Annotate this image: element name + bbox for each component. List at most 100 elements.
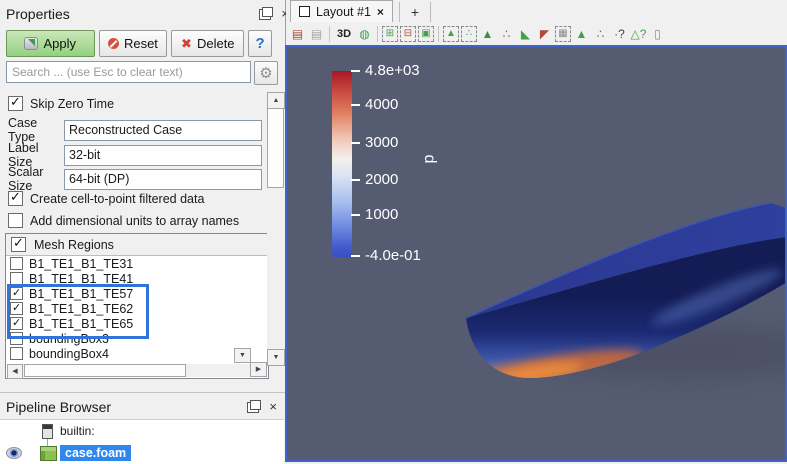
zoom-to-box-icon[interactable]: ⊞ [382,26,398,42]
select-cells-polygon-icon[interactable]: ◣ [517,25,534,42]
select-cells-rect-icon[interactable]: ▲ [443,26,459,42]
mesh-region-row[interactable]: boundingBox3 [6,331,268,346]
legend-title: p [420,155,438,164]
toolbar-separator [329,26,330,42]
pipeline-item-casefoam[interactable]: case.foam [6,444,131,462]
label-size-select[interactable]: 32-bit [64,145,262,166]
skip-zero-time-row[interactable]: Skip Zero Time [8,96,114,111]
mesh-region-row[interactable]: B1_TE1_B1_TE41 [6,271,268,286]
add-layout-tab[interactable]: + [399,2,431,22]
dataset-cube-icon [40,446,57,461]
dimensional-units-checkbox[interactable] [8,213,23,228]
mesh-region-row[interactable]: B1_TE1_B1_TE65 [6,316,268,331]
tab-layout-1[interactable]: Layout #1 × [290,0,393,22]
cell-to-point-row[interactable]: Create cell-to-point filtered data [8,191,204,206]
clear-selection-icon[interactable]: ▯ [649,25,666,42]
mesh-region-checkbox[interactable] [10,302,23,315]
mesh-region-checkbox[interactable] [10,347,23,360]
toolbar-separator [438,26,439,42]
pipeline-title: Pipeline Browser [6,399,247,415]
legend-tick [351,179,360,181]
hover-points-icon[interactable]: △? [630,25,647,42]
help-button[interactable]: ? [248,30,272,57]
plus-icon: + [411,4,419,20]
mesh-region-row[interactable]: B1_TE1_B1_TE57 [6,286,268,301]
mesh-region-label: B1_TE1_B1_TE65 [29,317,133,331]
scroll-up-button[interactable]: ▲ [267,92,285,109]
mesh-region-row[interactable]: B1_TE1_B1_TE31 [6,256,268,271]
scroll-thumb[interactable] [24,364,186,377]
color-legend-bar[interactable] [332,71,352,257]
zoom-out-box-icon[interactable]: ⊟ [400,26,416,42]
copy-screenshot-icon[interactable]: ▤ [289,25,306,42]
apply-icon [24,37,38,50]
mesh-regions-header[interactable]: Mesh Regions [6,234,268,256]
select-points-polygon-icon[interactable]: ◤ [536,25,553,42]
scalar-size-select[interactable]: 64-bit (DP) [64,169,262,190]
mesh-scroll-down-button[interactable]: ▼ [234,348,251,363]
boat-hull-3d-object[interactable] [287,47,785,460]
mesh-region-row[interactable]: boundingBox4 [6,346,268,361]
interactive-select-points-icon[interactable]: ∴ [592,25,609,42]
toggle-3d-icon[interactable]: 3D [334,25,354,42]
case-type-select[interactable]: Reconstructed Case [64,120,262,141]
mesh-horizontal-scrollbar[interactable]: ◀ [7,364,252,377]
float-panel-icon[interactable] [247,402,259,413]
mesh-region-checkbox[interactable] [10,257,23,270]
reset-button[interactable]: Reset [99,30,168,57]
copy-camera-icon[interactable]: ▤ [308,25,325,42]
hover-cells-icon[interactable]: ·? [611,25,628,42]
properties-titlebar: Properties × [0,0,297,26]
properties-title: Properties [6,6,259,22]
casefoam-label[interactable]: case.foam [60,445,131,461]
dimensional-units-label: Add dimensional units to array names [30,214,239,228]
close-panel-icon[interactable]: × [269,402,277,412]
gear-icon: ⚙ [259,64,272,82]
select-points-rect-icon[interactable]: ∴ [461,26,477,42]
scroll-right-button[interactable]: ▶ [250,362,267,377]
visibility-eye-icon[interactable] [6,447,22,459]
scroll-thumb[interactable] [267,108,284,188]
mesh-regions-header-checkbox[interactable] [11,237,26,252]
legend-tick [351,214,360,216]
pipeline-browser-panel: Pipeline Browser × builtin: case.foam [0,392,285,463]
select-points-through-icon[interactable]: ∴ [498,25,515,42]
select-cells-through-icon[interactable]: ▲ [479,25,496,42]
search-input[interactable] [6,61,251,83]
render-view[interactable]: 4.8e+03 4000 3000 2000 1000 -4.0e-01 p [285,45,787,462]
builtin-label: builtin: [60,424,95,438]
mesh-region-checkbox[interactable] [10,317,23,330]
skip-zero-time-label: Skip Zero Time [30,97,114,111]
zoom-to-data-icon[interactable]: ▣ [418,26,434,42]
skip-zero-time-checkbox[interactable] [8,96,23,111]
reset-camera-icon[interactable]: ◍ [356,25,373,42]
float-panel-icon[interactable] [259,9,271,20]
layout-tab-bar: Layout #1 × + [286,0,787,23]
interactive-select-cells-icon[interactable]: ▲ [573,25,590,42]
mesh-regions-header-label: Mesh Regions [34,238,114,252]
view-toolbar: ▤ ▤ 3D ◍ ⊞ ⊟ ▣ ▲ ∴ ▲ ∴ ◣ ◤ ▦ ▲ ∴ ·? △? ▯ [286,22,787,45]
select-block-icon[interactable]: ▦ [555,26,571,42]
scroll-left-button[interactable]: ◀ [7,364,23,379]
close-tab-icon[interactable]: × [377,5,384,19]
legend-label: 4000 [365,96,398,113]
mesh-region-label: B1_TE1_B1_TE57 [29,287,133,301]
mesh-region-checkbox[interactable] [10,287,23,300]
delete-button[interactable]: ✖ Delete [171,30,244,57]
pipeline-titlebar: Pipeline Browser × [0,393,285,419]
help-icon: ? [256,35,265,52]
mesh-region-checkbox[interactable] [10,332,23,345]
left-dock: Properties × Apply Reset ✖ Delete ? ⚙ Sk… [0,0,286,462]
tab-label: Layout #1 [316,5,371,19]
dimensional-units-row[interactable]: Add dimensional units to array names [8,213,239,228]
mesh-region-row[interactable]: B1_TE1_B1_TE62 [6,301,268,316]
pipeline-item-builtin[interactable]: builtin: [42,422,95,440]
scroll-down-button[interactable]: ▼ [267,349,285,366]
apply-button[interactable]: Apply [6,30,95,57]
mesh-region-checkbox[interactable] [10,272,23,285]
search-options-button[interactable]: ⚙ [254,61,278,85]
properties-scrollbar[interactable]: ▲ ▼ [267,92,283,366]
cell-to-point-checkbox[interactable] [8,191,23,206]
legend-label: 2000 [365,171,398,188]
pipeline-tree: builtin: case.foam [0,419,284,464]
